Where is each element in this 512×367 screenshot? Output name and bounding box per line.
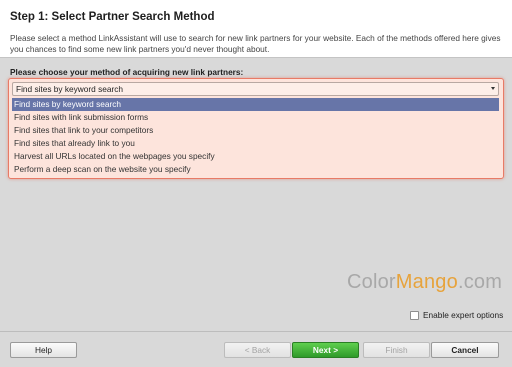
cancel-button[interactable]: Cancel (431, 342, 499, 358)
wizard-header: Step 1: Select Partner Search Method Ple… (0, 0, 512, 58)
method-option[interactable]: Harvest all URLs located on the webpages… (12, 150, 499, 163)
method-select-value: Find sites by keyword search (16, 84, 123, 94)
expert-options-toggle[interactable]: Enable expert options (410, 310, 503, 320)
expert-options-checkbox[interactable] (410, 310, 419, 320)
watermark-logo: ColorMango.com (347, 271, 503, 293)
method-option[interactable]: Perform a deep scan on the website you s… (12, 163, 499, 176)
help-button[interactable]: Help (10, 342, 77, 358)
method-option[interactable]: Find sites that link to your competitors (12, 124, 499, 137)
method-option[interactable]: Find sites that already link to you (12, 137, 499, 150)
chevron-down-icon[interactable] (491, 87, 495, 90)
method-option[interactable]: Find sites with link submission forms (12, 111, 499, 124)
method-options-list: Find sites by keyword search Find sites … (12, 98, 499, 176)
method-dropdown: Find sites by keyword search Find sites … (8, 78, 504, 179)
footer-divider (0, 331, 512, 332)
back-button[interactable]: < Back (224, 342, 291, 358)
step-description: Please select a method LinkAssistant wil… (10, 33, 501, 54)
page-title: Step 1: Select Partner Search Method (10, 11, 215, 23)
method-select[interactable]: Find sites by keyword search (12, 82, 499, 96)
expert-options-label: Enable expert options (423, 310, 504, 320)
method-prompt-label: Please choose your method of acquiring n… (10, 67, 244, 77)
finish-button[interactable]: Finish (363, 342, 430, 358)
next-button[interactable]: Next > (292, 342, 359, 358)
method-option[interactable]: Find sites by keyword search (12, 98, 499, 111)
